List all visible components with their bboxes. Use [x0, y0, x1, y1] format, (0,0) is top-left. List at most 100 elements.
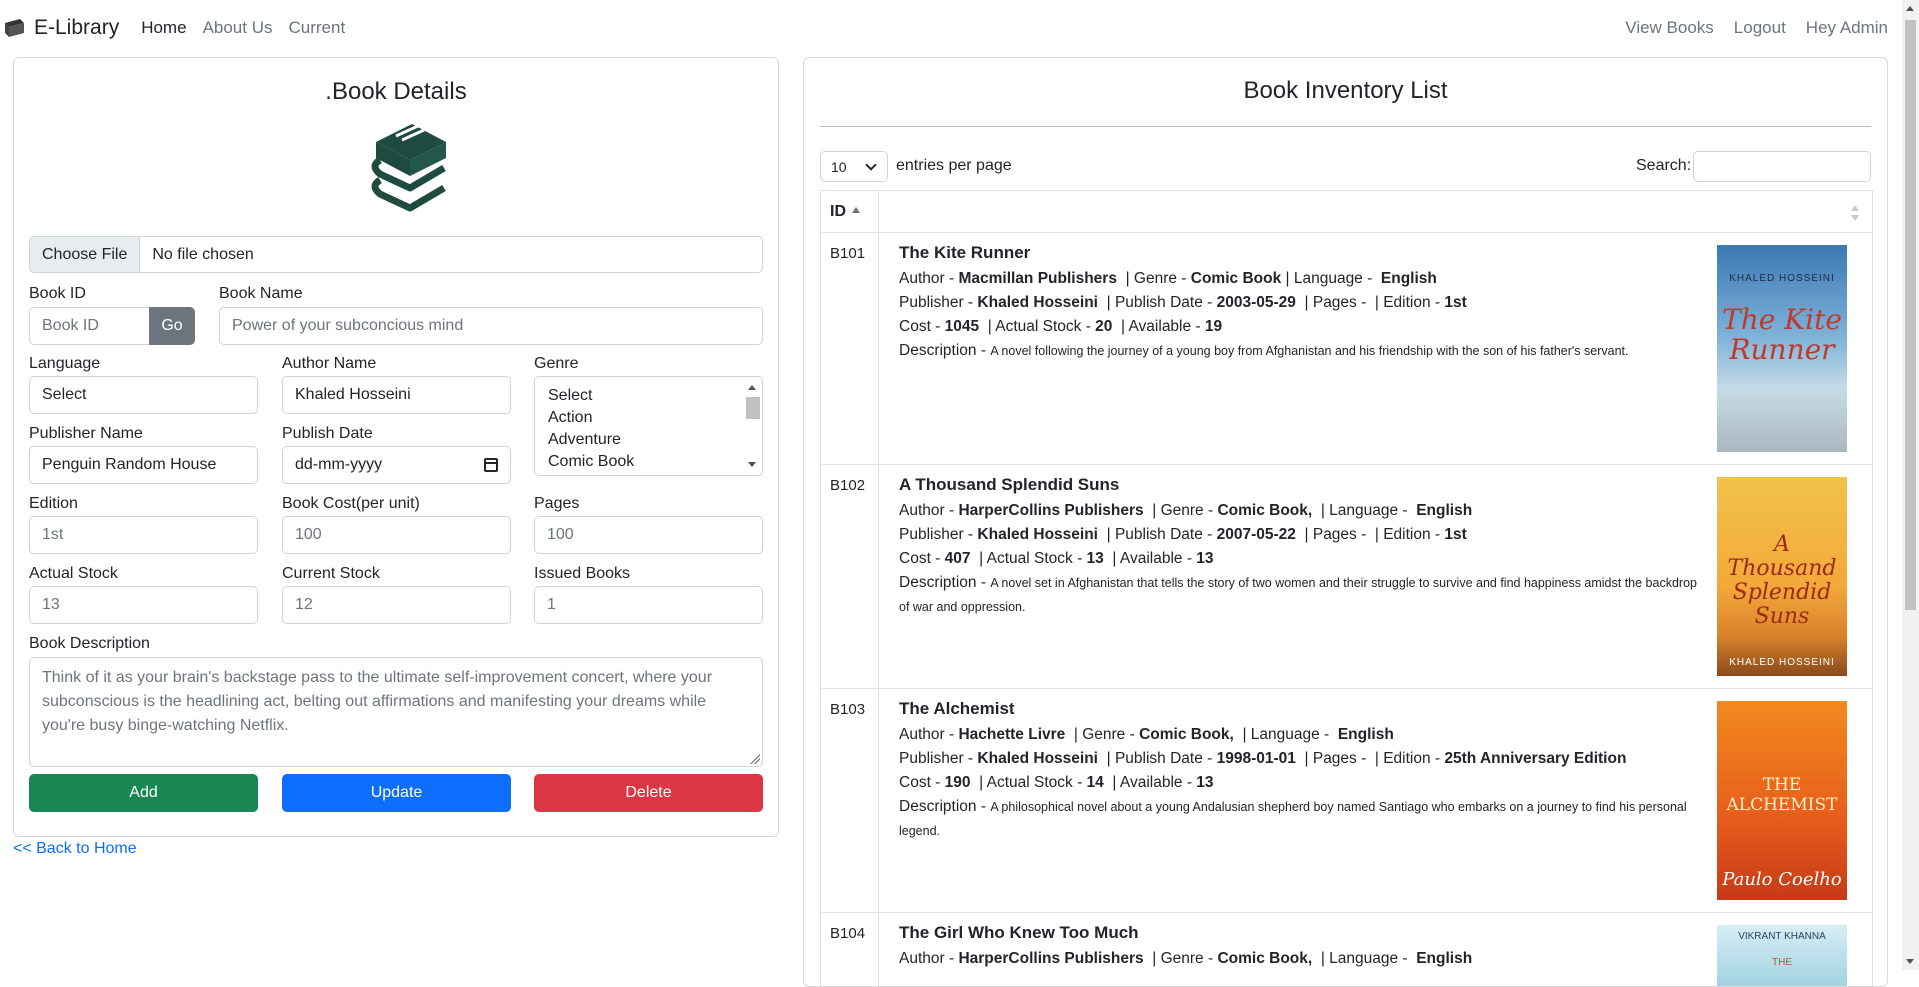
entries-per-page-select[interactable]: 10: [820, 151, 888, 182]
issued-books-input[interactable]: 1: [534, 586, 763, 624]
book-publish-date: 2003-05-29: [1216, 294, 1296, 311]
delete-button[interactable]: Delete: [534, 774, 763, 812]
scroll-down-icon[interactable]: [1906, 959, 1914, 964]
book-cost-label: Book Cost(per unit): [282, 495, 420, 512]
book-title: The Kite Runner: [899, 243, 1031, 262]
back-to-home-link[interactable]: << Back to Home: [13, 840, 137, 858]
language-select[interactable]: Select: [29, 376, 258, 414]
edition-input[interactable]: 1st: [29, 516, 258, 554]
book-cover-image: KHALED HOSSEINI The Kite Runner: [1717, 245, 1847, 452]
book-info-cell: A Thousand Splendid Suns Author - Harper…: [879, 465, 1872, 688]
book-meta-line: Cost - 190 | Actual Stock - 14 | Availab…: [899, 774, 1214, 791]
update-button[interactable]: Update: [282, 774, 511, 812]
book-publish-date: 1998-01-01: [1216, 750, 1296, 767]
inventory-table: ID B101 The Kite Runner Author - Macmill…: [820, 190, 1873, 986]
nav-about-us[interactable]: About Us: [203, 18, 273, 38]
description-placeholder: Think of it as your brain's backstage pa…: [42, 669, 713, 734]
genre-option[interactable]: Adventure: [535, 429, 762, 451]
book-column-header[interactable]: [879, 191, 1872, 232]
nav-home[interactable]: Home: [141, 18, 186, 38]
book-name-input[interactable]: Power of your subconcious mind: [219, 307, 763, 345]
book-available: 19: [1204, 318, 1223, 335]
publish-date-label: Publish Date: [282, 425, 373, 442]
genre-option[interactable]: Action: [535, 407, 762, 429]
cover-title: THE: [1772, 957, 1792, 968]
nav-current[interactable]: Current: [289, 18, 346, 38]
genre-option[interactable]: Comic Book: [535, 451, 762, 473]
book-id-cell: B103: [821, 689, 879, 912]
book-publisher: Khaled Hosseini: [977, 750, 1098, 767]
id-column-header[interactable]: ID: [821, 191, 879, 232]
add-button[interactable]: Add: [29, 774, 258, 812]
page-scrollbar[interactable]: [1902, 0, 1919, 970]
book-language: English: [1337, 726, 1394, 743]
book-edition: 25th Anniversary Edition: [1444, 750, 1627, 767]
book-description-text: A novel set in Afghanistan that tells th…: [899, 576, 1697, 614]
book-meta-line: Author - HarperCollins Publishers | Genr…: [899, 950, 1473, 967]
cover-author: VIKRANT KHANNA: [1738, 931, 1826, 942]
book-info-cell: The Kite Runner Author - Macmillan Publi…: [879, 233, 1872, 464]
search-input[interactable]: [1693, 151, 1871, 182]
table-row: B101 The Kite Runner Author - Macmillan …: [821, 233, 1872, 465]
book-description-text: A philosophical novel about a young Anda…: [899, 800, 1687, 838]
actual-stock-input[interactable]: 13: [29, 586, 258, 624]
table-header: ID: [821, 191, 1872, 233]
brand[interactable]: E-Library: [2, 15, 119, 41]
go-button[interactable]: Go: [149, 307, 195, 345]
genre-scroll-thumb[interactable]: [746, 397, 760, 419]
pages-input[interactable]: 100: [534, 516, 763, 554]
resize-handle[interactable]: [750, 754, 760, 764]
book-title: The Girl Who Knew Too Much: [899, 923, 1139, 942]
book-meta-line: Cost - 1045 | Actual Stock - 20 | Availa…: [899, 318, 1223, 335]
description-textarea[interactable]: Think of it as your brain's backstage pa…: [29, 657, 763, 767]
publish-date-input[interactable]: dd-mm-yyyy: [282, 446, 511, 484]
choose-file-button[interactable]: Choose File: [30, 237, 141, 272]
book-description: Description - A novel set in Afghanistan…: [899, 574, 1697, 614]
current-stock-input[interactable]: 12: [282, 586, 511, 624]
book-meta-line: Publisher - Khaled Hosseini | Publish Da…: [899, 526, 1467, 543]
scroll-up-icon[interactable]: [1906, 6, 1914, 11]
sort-icon: [1850, 205, 1860, 221]
book-id-input[interactable]: Book ID: [29, 307, 151, 345]
book-name-label: Book Name: [219, 285, 303, 302]
scroll-down-icon[interactable]: [748, 462, 756, 467]
book-cover-image: THE ALCHEMIST Paulo Coelho: [1717, 701, 1847, 900]
file-upload[interactable]: Choose File No file chosen: [29, 236, 763, 273]
scroll-up-icon[interactable]: [748, 385, 756, 390]
scroll-thumb[interactable]: [1905, 20, 1916, 610]
entries-value: 10: [831, 158, 847, 175]
sort-asc-icon: [852, 206, 860, 213]
cover-title: THE ALCHEMIST: [1726, 775, 1838, 815]
author-name-input[interactable]: Khaled Hosseini: [282, 376, 511, 414]
genre-multiselect[interactable]: Select Action Adventure Comic Book: [534, 376, 763, 476]
calendar-icon[interactable]: [484, 458, 498, 472]
publisher-name-input[interactable]: Penguin Random House: [29, 446, 258, 484]
book-genre: Comic Book,: [1217, 950, 1313, 967]
book-cover-image: VIKRANT KHANNA THE: [1717, 925, 1847, 986]
actual-stock-label: Actual Stock: [29, 565, 118, 582]
book-cost-input[interactable]: 100: [282, 516, 511, 554]
genre-scrollbar[interactable]: [745, 380, 760, 472]
chevron-down-icon: [865, 159, 877, 171]
nav-user-greeting[interactable]: Hey Admin: [1806, 18, 1888, 38]
book-author: HarperCollins Publishers: [958, 950, 1144, 967]
nav-logout[interactable]: Logout: [1734, 18, 1786, 38]
book-id-cell: B101: [821, 233, 879, 464]
book-id-cell: B102: [821, 465, 879, 688]
file-status: No file chosen: [152, 245, 254, 263]
book-language: English: [1380, 270, 1437, 287]
book-edition: 1st: [1444, 526, 1467, 543]
genre-option[interactable]: Select: [535, 385, 762, 407]
book-author: Macmillan Publishers: [958, 270, 1117, 287]
nav-view-books[interactable]: View Books: [1625, 18, 1714, 38]
cover-author: KHALED HOSSEINI: [1729, 273, 1835, 284]
book-available: 13: [1196, 550, 1214, 567]
book-meta-line: Author - Hachette Livre | Genre - Comic …: [899, 726, 1394, 743]
book-actual-stock: 20: [1095, 318, 1113, 335]
publisher-name-label: Publisher Name: [29, 425, 143, 442]
book-meta-line: Author - Macmillan Publishers | Genre - …: [899, 270, 1437, 287]
id-header-label: ID: [830, 202, 846, 220]
book-meta-line: Publisher - Khaled Hosseini | Publish Da…: [899, 294, 1467, 311]
book-description: Description - A philosophical novel abou…: [899, 798, 1687, 838]
book-actual-stock: 13: [1086, 550, 1104, 567]
